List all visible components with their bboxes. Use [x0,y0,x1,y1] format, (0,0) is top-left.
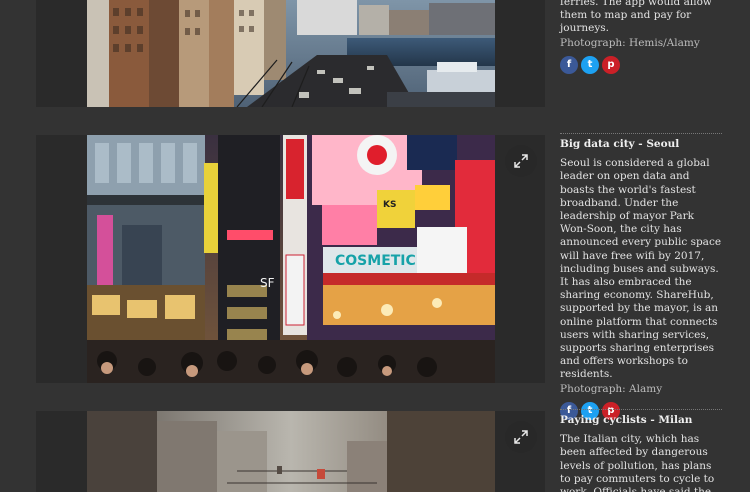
caption-title: Big data city - Seoul [560,138,680,150]
photo-card-milan [36,411,545,492]
expand-icon [514,430,528,444]
city-ferry-photo[interactable] [87,0,495,107]
caption-body: The Italian city, which has been affecte… [560,433,715,492]
facebook-share-button[interactable]: f [560,55,578,74]
sf-sign-text: SF [260,276,275,290]
share-row: f t p [560,55,722,74]
caption-seoul: Big data city - Seoul Seoul is considere… [560,133,722,420]
caption-ferries: ferries. The app would allow them to map… [560,0,722,74]
pinterest-share-button[interactable]: p [602,55,620,74]
photo-credit: Photograph: Alamy [560,382,663,395]
photo-card-seoul: SF KS COSMETIC [36,135,545,383]
seoul-photo[interactable]: SF KS COSMETIC [87,135,495,383]
city-ferry-image [87,0,495,107]
caption-divider [560,409,722,410]
photo-card-top [36,0,545,107]
pinterest-icon: p [607,59,615,71]
twitter-share-button[interactable]: t [581,55,599,74]
seoul-street-image: SF KS COSMETIC [87,135,495,383]
expand-icon [514,154,528,168]
expand-button[interactable] [505,145,537,177]
ks-sign-text: KS [383,200,396,210]
caption-milan: Paying cyclists - Milan The Italian city… [560,409,722,492]
milan-smog-image [87,411,495,492]
cosmetic-sign-text: COSMETIC [335,253,416,269]
facebook-icon: f [566,59,572,71]
caption-body: Seoul is considered a global leader on o… [560,157,722,381]
caption-body: ferries. The app would allow them to map… [560,0,712,35]
expand-button[interactable] [505,421,537,453]
caption-title: Paying cyclists - Milan [560,414,693,426]
caption-divider [560,133,722,134]
twitter-icon: t [587,59,593,71]
photo-credit: Photograph: Hemis/Alamy [560,36,700,49]
milan-photo[interactable] [87,411,495,492]
